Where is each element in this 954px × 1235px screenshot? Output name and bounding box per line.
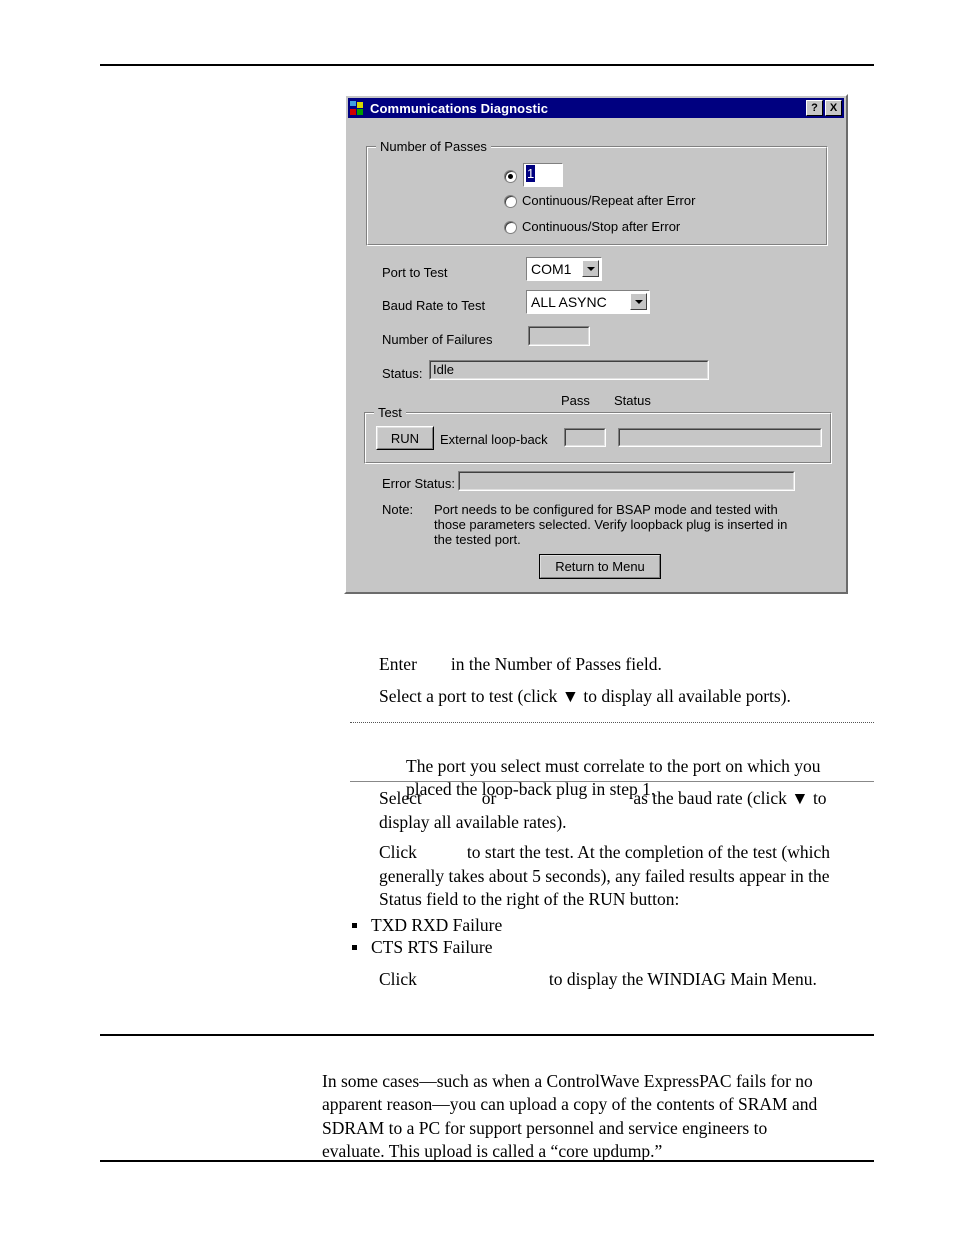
pass-column-header: Pass [561,393,590,408]
step-return-part2: to display the WINDIAG Main Menu. [548,969,817,989]
step-enter-part1: Enter [379,654,417,674]
port-to-test-combo[interactable]: COM1 [526,257,602,281]
bullet-square-icon [352,922,357,928]
return-to-menu-button[interactable]: Return to Menu [539,554,661,579]
port-to-test-value: COM1 [531,261,572,277]
port-to-test-label: Port to Test [382,265,448,280]
step-baud-part2: or [481,788,497,808]
chevron-down-icon[interactable] [630,293,647,310]
passes-count-value: 1 [526,165,536,182]
run-button-label: RUN [377,427,433,449]
dialog-titlebar[interactable]: Communications Diagnostic ? X [348,98,844,118]
titlebar-buttons: ? X [806,100,842,116]
dialog-title: Communications Diagnostic [370,100,549,116]
status-label: Status: [382,366,423,381]
step-select-port: Select a port to test (click ▼ to displa… [379,685,879,709]
continuous-repeat-radio[interactable] [504,195,517,208]
step-enter-part2: in the Number of Passes field. [450,654,662,674]
step-baud-part1: Select [379,788,422,808]
communications-diagnostic-dialog: Communications Diagnostic ? X Number of … [344,94,848,594]
callout-top-rule [350,722,874,723]
step-click-return: Click to display the WINDIAG Main Menu. [379,968,879,992]
step-run-part1: Click [379,842,417,862]
status-field: Idle [429,360,709,380]
note-text: Port needs to be configured for BSAP mod… [434,502,788,547]
number-of-failures-field [528,326,590,346]
test-pass-field [564,428,606,447]
status-value: Idle [433,362,454,377]
continuous-stop-radio[interactable] [504,221,517,234]
step-select-baud: Select or as the baud rate (click ▼ to dis… [379,787,879,834]
help-button[interactable]: ? [806,100,823,116]
windows-app-icon [350,100,366,116]
step-select-port-text: Select a port to test (click ▼ to displa… [379,686,791,706]
step-run-line3: Status field to the right of the RUN but… [379,889,680,909]
run-button[interactable]: RUN [376,426,434,450]
passes-count-radio[interactable] [504,170,517,183]
baud-rate-to-test-label: Baud Rate to Test [382,298,486,313]
error-status-field [458,471,795,491]
failure-bullet-1: CTS RTS Failure [371,937,493,957]
step-run-line2: generally takes about 5 seconds), any fa… [379,865,830,886]
return-to-menu-label: Return to Menu [540,555,660,578]
test-name-label: External loop-back [440,432,548,447]
continuous-repeat-label[interactable]: Continuous/Repeat after Error [522,193,695,208]
list-item: CTS RTS Failure [352,936,492,960]
baud-rate-to-test-value: ALL ASYNC [531,294,607,310]
number-of-failures-label: Number of Failures [382,332,493,347]
close-button[interactable]: X [825,100,842,116]
failure-bullet-0: TXD RXD Failure [371,915,503,935]
step-enter-passes: Enter in the Number of Passes field. [379,653,879,677]
baud-rate-to-test-combo[interactable]: ALL ASYNC [526,290,650,314]
step-baud-line2: display all available rates). [379,811,567,832]
step-click-run: Click to start the test. At the completio… [379,841,879,912]
closing-paragraph: In some cases—such as when a ControlWave… [322,1046,882,1164]
chevron-down-icon[interactable] [582,260,599,277]
test-status-field [618,428,822,447]
page-header-rule [100,64,874,66]
step-run-part2: to start the test. At the completion of … [466,842,830,862]
note-label: Note: [382,502,414,517]
step-baud-part3: as the baud rate (click ▼ to [633,788,827,808]
passes-count-input[interactable]: 1 [523,163,563,187]
test-group-legend: Test [374,405,406,420]
error-status-label: Error Status: [382,476,455,491]
list-item: TXD RXD Failure [352,914,502,938]
continuous-stop-label[interactable]: Continuous/Stop after Error [522,219,680,234]
step-return-part1: Click [379,969,417,989]
number-of-passes-legend: Number of Passes [376,139,491,154]
callout-bottom-rule [350,781,874,782]
bullet-square-icon [352,944,357,950]
status-column-header: Status [614,393,651,408]
page-section-rule [100,1034,874,1036]
closing-paragraph-text: In some cases—such as when a ControlWave… [322,1070,818,1162]
